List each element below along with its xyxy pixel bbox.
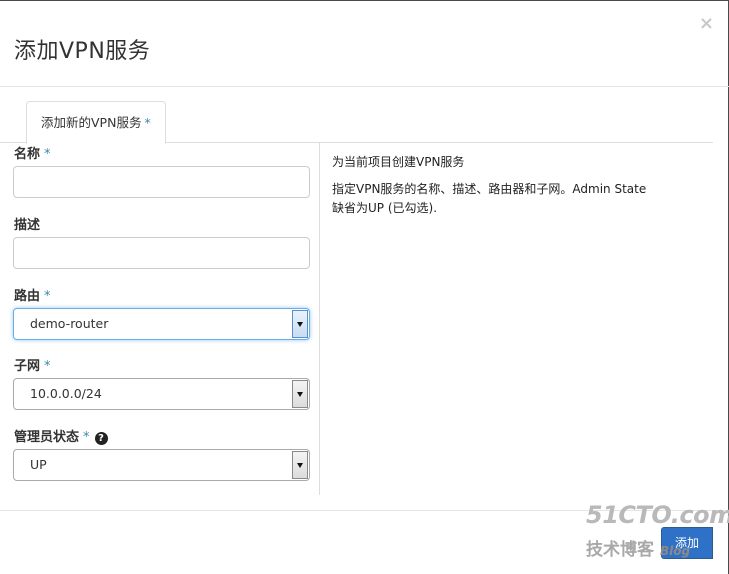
required-marker: * [44,289,51,304]
close-icon[interactable]: × [699,15,714,33]
question-circle-icon[interactable]: ? [94,432,108,445]
router-label: 路由 * [14,289,51,304]
caret-down-icon[interactable] [292,451,308,479]
modal-header: 添加VPN服务 × [0,1,729,87]
required-marker: * [83,430,90,445]
help-line-2: 指定VPN服务的名称、描述、路由器和子网。Admin State缺省为UP (已… [332,182,647,215]
subnet-select[interactable]: 10.0.0.0/24 [13,378,310,410]
name-input[interactable] [13,166,310,198]
form-column: 名称 * 描述 路由 * demo-router 子网 * 10.0.0.0/24 管… [0,143,320,495]
modal-footer-divider [0,510,729,511]
required-marker: * [144,115,151,130]
subnet-selected-value: 10.0.0.0/24 [30,386,102,401]
add-button[interactable]: 添加 [661,527,713,559]
subnet-label: 子网 * [14,359,51,374]
watermark-site: 51CTO.com [586,501,729,529]
tab-bar: 添加新的VPN服务 * [0,101,713,144]
description-input[interactable] [13,237,310,269]
modal-title: 添加VPN服务 [14,39,151,64]
modal-dialog: 添加VPN服务 × 添加新的VPN服务 * 名称 * 描述 路由 * demo-rou… [0,0,729,574]
router-select[interactable]: demo-router [13,308,310,340]
name-label: 名称 * [14,147,51,162]
router-selected-value: demo-router [30,316,109,331]
help-line-1: 为当前项目创建VPN服务 [332,155,465,169]
required-marker: * [44,359,51,374]
required-marker: * [44,147,51,162]
caret-down-icon[interactable] [292,380,308,408]
admin-state-select[interactable]: UP [13,449,310,481]
caret-down-icon[interactable] [292,310,308,338]
description-label: 描述 [14,218,41,233]
tab-add-vpn-service[interactable]: 添加新的VPN服务 * [26,101,166,144]
admin-state-selected-value: UP [30,457,47,472]
tab-label: 添加新的VPN服务 [41,115,142,130]
help-text-panel: 为当前项目创建VPN服务 指定VPN服务的名称、描述、路由器和子网。Admin … [332,153,652,226]
admin-state-label: 管理员状态 *? [14,426,108,445]
